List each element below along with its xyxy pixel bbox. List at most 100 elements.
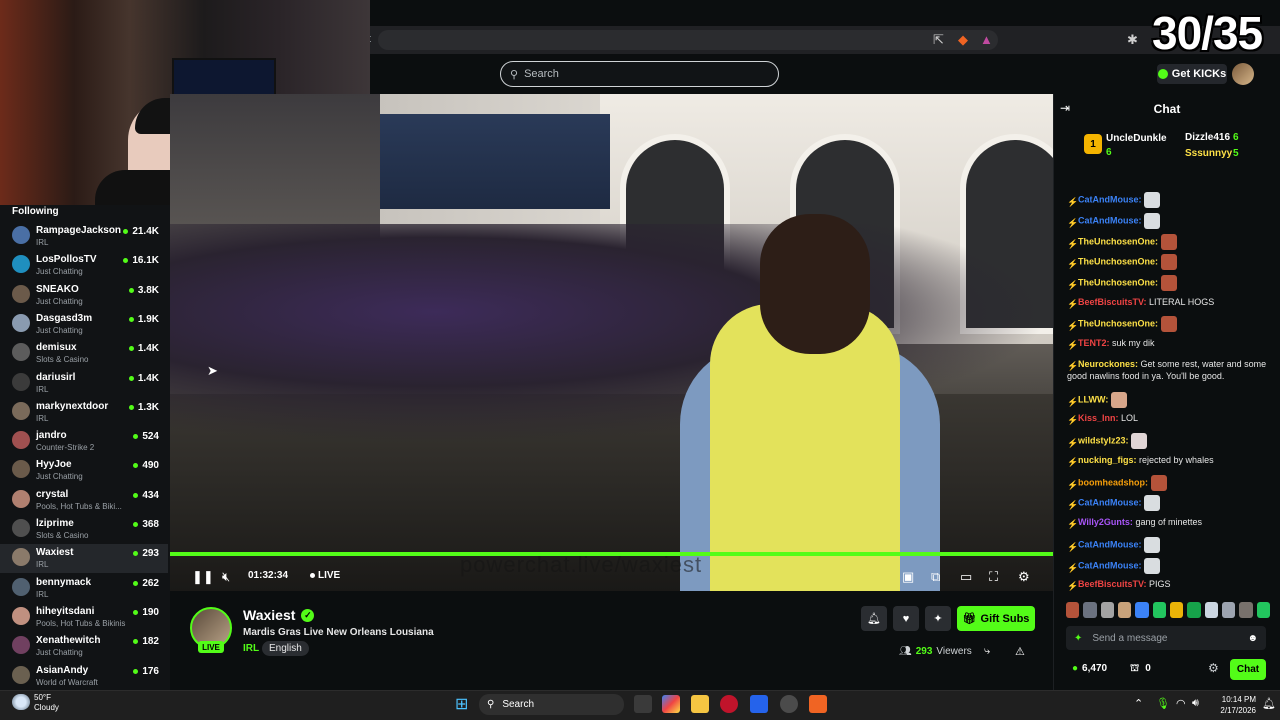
emote-icon[interactable] [1152, 602, 1166, 618]
video-player[interactable] [170, 94, 1053, 591]
kicks-balance: ● 6,470 [1072, 663, 1107, 674]
notification-bell-button[interactable]: 🔔︎ [861, 606, 887, 631]
chat-input[interactable]: ✦ Send a message ☻ [1066, 626, 1266, 650]
chat-username[interactable]: Neurockones: [1078, 359, 1138, 369]
gifter-name[interactable]: Dizzle416 [1185, 132, 1230, 143]
emoji-icon[interactable]: ☻ [1247, 633, 1258, 644]
sidebar-item[interactable]: hiheyitsdani Pools, Hot Tubs & Bikinis 190 [0, 603, 168, 632]
opera-icon[interactable] [720, 695, 738, 713]
gift-subs-button[interactable]: 🎁︎ Gift Subs [957, 606, 1035, 631]
emote-icon[interactable] [1169, 602, 1184, 618]
chat-username[interactable]: boomheadshop: [1078, 477, 1148, 487]
settings-icon[interactable]: ⚙ [1018, 569, 1030, 585]
language-tag[interactable]: English [262, 641, 309, 656]
emote-icon[interactable] [1204, 602, 1218, 618]
sidebar-item[interactable]: demisux Slots & Casino 1.4K [0, 339, 168, 368]
chat-username[interactable]: CatAndMouse: [1078, 215, 1142, 225]
chat-username[interactable]: Kiss_Inn: [1078, 413, 1119, 423]
report-icon[interactable]: ⚠ [1015, 645, 1025, 658]
clip-icon[interactable]: ⧉ [931, 569, 940, 585]
pause-icon[interactable]: ❚❚ [192, 569, 214, 585]
chat-username[interactable]: wildstylz23: [1078, 435, 1129, 445]
emote-icon[interactable] [1221, 602, 1236, 618]
share-icon[interactable]: ⇱ [933, 32, 944, 48]
sidebar-item[interactable]: markynextdoor IRL 1.3K [0, 398, 168, 427]
brave-icon[interactable] [809, 695, 827, 713]
copilot-icon[interactable] [662, 695, 680, 713]
emote-icon[interactable] [1135, 602, 1149, 618]
rewards-icon[interactable]: ▲ [980, 32, 993, 47]
file-explorer-icon[interactable] [691, 695, 709, 713]
sidebar-item[interactable]: crystal Pools, Hot Tubs & Biki... 434 [0, 486, 168, 515]
sidebar-item[interactable]: Waxiest IRL 293 [0, 544, 168, 574]
windows-start-icon[interactable]: ⊞ [455, 694, 468, 714]
sidebar-item[interactable]: RampageJackson IRL 21.4K [0, 222, 168, 251]
gifter-name[interactable]: Sssunnyy [1185, 148, 1232, 159]
fullscreen-icon[interactable]: ⛶ [989, 569, 998, 585]
streamer-name[interactable]: Waxiest ✓ [243, 607, 315, 623]
sidebar-item[interactable]: Xenathewitch Just Chatting 182 [0, 632, 168, 661]
chat-settings-icon[interactable]: ⚙ [1208, 661, 1219, 675]
chat-username[interactable]: Willy2Gunts: [1078, 517, 1133, 527]
chat-username[interactable]: CatAndMouse: [1078, 497, 1142, 507]
chat-username[interactable]: TheUnchosenOne: [1078, 277, 1158, 287]
pip-icon[interactable]: ▣ [902, 569, 914, 585]
sidebar-item[interactable]: Dasgasd3m Just Chatting 1.9K [0, 310, 168, 339]
chat-username[interactable]: LLWW: [1078, 394, 1108, 404]
sparkle-icon[interactable]: ✦ [1074, 633, 1082, 644]
chat-username[interactable]: TheUnchosenOne: [1078, 256, 1158, 266]
extensions-icon[interactable]: ✱ [1127, 32, 1138, 48]
taskbar-search[interactable]: ⚲ Search [479, 694, 624, 715]
task-view-icon[interactable] [634, 695, 652, 713]
channel-name: demisux [36, 342, 77, 354]
sparkle-button[interactable]: ✦ [925, 606, 951, 631]
app-icon[interactable] [780, 695, 798, 713]
sidebar-item[interactable]: dariusirl IRL 1.4K [0, 369, 168, 398]
url-bar[interactable] [378, 30, 998, 50]
emote-icon[interactable] [1187, 602, 1201, 618]
chat-username[interactable]: BeefBiscuitsTV: [1078, 297, 1147, 307]
emote-icon[interactable] [1117, 602, 1132, 618]
sidebar-item[interactable]: LosPollosTV Just Chatting 16.1K [0, 251, 168, 280]
brave-shield-icon[interactable]: ◆ [958, 32, 968, 48]
chat-username[interactable]: CatAndMouse: [1078, 560, 1142, 570]
emote-icon[interactable] [1100, 602, 1114, 618]
weather-widget[interactable]: 50°F Cloudy [34, 693, 59, 713]
progress-bar[interactable] [170, 552, 1053, 556]
sidebar-item[interactable]: bennymack IRL 262 [0, 574, 168, 603]
sidebar-item[interactable]: jandro Counter-Strike 2 524 [0, 427, 168, 456]
volume-icon[interactable]: 🔊︎ [1192, 697, 1199, 710]
chat-username[interactable]: BeefBiscuitsTV: [1078, 579, 1147, 589]
stream-category[interactable]: IRL [243, 643, 259, 654]
chat-username[interactable]: nucking_figs: [1078, 455, 1137, 465]
microphone-icon[interactable]: 🎙︎ [1156, 697, 1170, 710]
share-stream-icon[interactable]: ⤷ [984, 645, 990, 658]
chat-username[interactable]: TheUnchosenOne: [1078, 318, 1158, 328]
search-input[interactable]: ⚲ Search [500, 61, 779, 87]
wifi-icon[interactable]: ◠ [1176, 697, 1186, 710]
sidebar-item[interactable]: lziprime Slots & Casino 368 [0, 515, 168, 544]
user-avatar[interactable] [1232, 63, 1254, 85]
emote-icon[interactable] [1256, 602, 1270, 618]
sidebar-item[interactable]: AsianAndy World of Warcraft 176 [0, 662, 168, 691]
follow-button[interactable]: ♥ [893, 606, 919, 631]
emote-icon[interactable] [1083, 602, 1097, 618]
theater-icon[interactable]: ▭ [960, 569, 972, 585]
get-kicks-button[interactable]: Get KICKs [1157, 64, 1227, 84]
chat-username[interactable]: CatAndMouse: [1078, 194, 1142, 204]
sidebar-item[interactable]: HyyJoe Just Chatting 490 [0, 456, 168, 485]
send-chat-button[interactable]: Chat [1230, 659, 1266, 680]
tray-chevron-icon[interactable]: ⌃ [1134, 697, 1143, 710]
channel-avatar [12, 606, 30, 625]
emote-icon[interactable] [1239, 602, 1253, 618]
mute-icon[interactable]: 🔇︎ [222, 569, 230, 585]
taskbar-clock[interactable]: 10:14 PM 2/17/2026 [1212, 694, 1256, 716]
sidebar-item[interactable]: SNEAKO Just Chatting 3.8K [0, 281, 168, 310]
notifications-icon[interactable]: 🔔︎ [1262, 697, 1276, 710]
store-icon[interactable] [750, 695, 768, 713]
chat-username[interactable]: TheUnchosenOne: [1078, 236, 1158, 246]
chat-username[interactable]: CatAndMouse: [1078, 539, 1142, 549]
emote-icon[interactable] [1066, 602, 1080, 618]
top-gifter-name[interactable]: UncleDunkle [1106, 133, 1167, 144]
chat-username[interactable]: TENT2: [1078, 338, 1110, 348]
